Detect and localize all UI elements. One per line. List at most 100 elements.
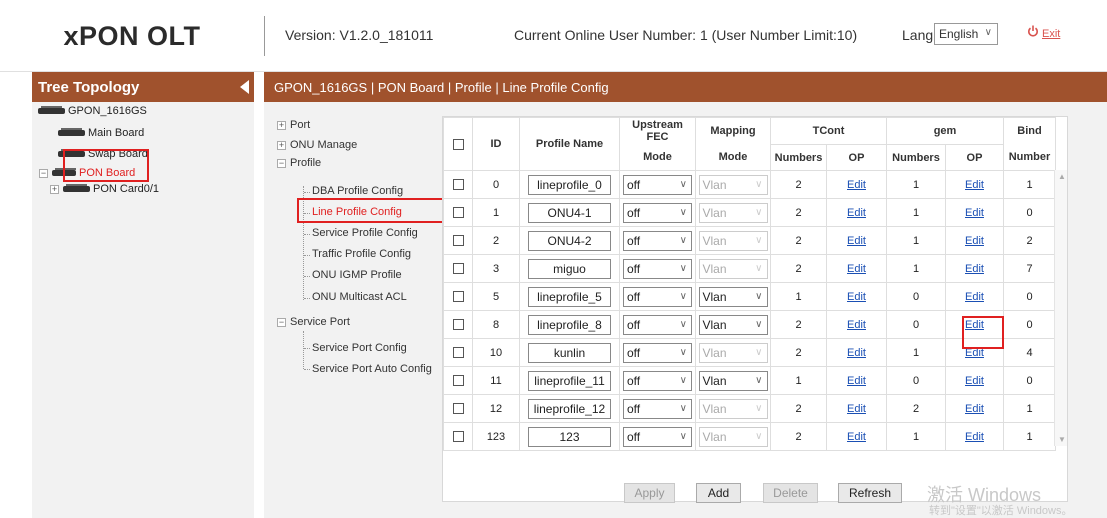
- profile-name-input[interactable]: lineprofile_0: [528, 174, 611, 195]
- row-checkbox[interactable]: [452, 207, 464, 219]
- upstream-fec-select[interactable]: off ∨: [623, 174, 692, 195]
- gem-edit-link[interactable]: Edit: [965, 403, 984, 415]
- tcont-edit-link[interactable]: Edit: [847, 179, 866, 191]
- mapping-mode-select[interactable]: Vlan ∨: [698, 426, 768, 447]
- expand-icon[interactable]: −: [39, 168, 48, 178]
- upstream-fec-select[interactable]: off ∨: [623, 202, 692, 223]
- mapping-mode-select[interactable]: Vlan ∨: [698, 286, 768, 307]
- tree-node-label: PON Card0/1: [93, 183, 160, 195]
- chevron-down-icon: ∨: [679, 234, 687, 246]
- expand-icon[interactable]: +: [50, 184, 59, 194]
- upstream-fec-select[interactable]: off ∨: [623, 342, 692, 363]
- row-fec-cell: off ∨: [619, 254, 696, 283]
- tree-node-root[interactable]: GPON_1616GS: [38, 105, 147, 117]
- collapse-icon[interactable]: −: [277, 158, 286, 168]
- menu-service-port-config[interactable]: Service Port Config: [312, 342, 407, 354]
- profile-name-input[interactable]: kunlin: [528, 342, 611, 363]
- col-header-mapping-mode: Mode: [695, 144, 771, 171]
- upstream-fec-select[interactable]: off ∨: [623, 370, 692, 391]
- menu-onu-multicast-acl[interactable]: ONU Multicast ACL: [312, 291, 407, 303]
- table-scrollbar[interactable]: ▲ ▼: [1054, 170, 1067, 446]
- power-icon[interactable]: [1027, 25, 1039, 38]
- upstream-fec-select[interactable]: off ∨: [623, 286, 692, 307]
- mapping-mode-select[interactable]: Vlan ∨: [698, 230, 768, 251]
- tcont-edit-link[interactable]: Edit: [847, 375, 866, 387]
- tree-node-pon-card[interactable]: + PON Card0/1: [50, 183, 159, 195]
- row-checkbox[interactable]: [452, 403, 464, 415]
- mapping-mode-select[interactable]: Vlan ∨: [698, 370, 768, 391]
- profile-name-input[interactable]: miguo: [528, 258, 611, 279]
- tcont-edit-link[interactable]: Edit: [847, 235, 866, 247]
- tcont-edit-link[interactable]: Edit: [847, 319, 866, 331]
- row-checkbox[interactable]: [452, 347, 464, 359]
- menu-onu-manage[interactable]: + ONU Manage: [277, 139, 357, 151]
- row-checkbox[interactable]: [452, 263, 464, 275]
- mapping-mode-select[interactable]: Vlan ∨: [698, 174, 768, 195]
- mapping-mode-select[interactable]: Vlan ∨: [698, 342, 768, 363]
- add-button[interactable]: Add: [696, 483, 741, 503]
- row-checkbox[interactable]: [452, 431, 464, 443]
- upstream-fec-select[interactable]: off ∨: [623, 258, 692, 279]
- menu-service-port[interactable]: − Service Port: [277, 316, 350, 328]
- tcont-edit-link[interactable]: Edit: [847, 347, 866, 359]
- upstream-fec-select[interactable]: off ∨: [623, 314, 692, 335]
- menu-onu-igmp-profile[interactable]: ONU IGMP Profile: [312, 269, 402, 281]
- collapse-panel-icon[interactable]: [240, 80, 249, 94]
- mapping-mode-select[interactable]: Vlan ∨: [698, 202, 768, 223]
- tcont-edit-link[interactable]: Edit: [847, 431, 866, 443]
- row-mapping-cell: Vlan ∨: [695, 282, 771, 311]
- collapse-icon[interactable]: −: [277, 317, 286, 327]
- mapping-mode-select[interactable]: Vlan ∨: [698, 398, 768, 419]
- upstream-fec-select[interactable]: off ∨: [623, 230, 692, 251]
- tcont-edit-link[interactable]: Edit: [847, 403, 866, 415]
- gem-edit-link[interactable]: Edit: [965, 263, 984, 275]
- menu-port[interactable]: + Port: [277, 119, 310, 131]
- upstream-fec-select[interactable]: off ∨: [623, 426, 692, 447]
- mapping-mode-select[interactable]: Vlan ∨: [698, 314, 768, 335]
- exit-link[interactable]: Exit: [1042, 28, 1060, 40]
- profile-name-input[interactable]: lineprofile_11: [528, 370, 611, 391]
- expand-icon[interactable]: +: [277, 140, 286, 150]
- scroll-down-icon[interactable]: ▼: [1058, 435, 1066, 444]
- row-mapping-cell: Vlan ∨: [695, 310, 771, 339]
- profile-name-input[interactable]: lineprofile_12: [528, 398, 611, 419]
- upstream-fec-value: off: [627, 205, 641, 220]
- row-checkbox[interactable]: [452, 375, 464, 387]
- tree-node-main-board[interactable]: Main Board: [58, 127, 144, 139]
- profile-name-input[interactable]: lineprofile_8: [528, 314, 611, 335]
- row-checkbox[interactable]: [452, 179, 464, 191]
- menu-dba-profile-config[interactable]: DBA Profile Config: [312, 185, 403, 197]
- menu-service-port-auto-config[interactable]: Service Port Auto Config: [312, 363, 432, 375]
- gem-edit-link[interactable]: Edit: [965, 375, 984, 387]
- menu-service-profile-config[interactable]: Service Profile Config: [312, 227, 418, 239]
- gem-edit-link[interactable]: Edit: [965, 179, 984, 191]
- scroll-up-icon[interactable]: ▲: [1058, 172, 1066, 181]
- row-checkbox[interactable]: [452, 291, 464, 303]
- select-all-checkbox[interactable]: [452, 138, 464, 150]
- row-id: 12: [472, 394, 520, 423]
- tcont-edit-link[interactable]: Edit: [847, 207, 866, 219]
- language-select[interactable]: English ∨: [934, 23, 998, 45]
- upstream-fec-select[interactable]: off ∨: [623, 398, 692, 419]
- tcont-edit-link[interactable]: Edit: [847, 291, 866, 303]
- delete-button[interactable]: Delete: [763, 483, 818, 503]
- row-gem-op-cell: Edit: [945, 198, 1004, 227]
- row-checkbox[interactable]: [452, 319, 464, 331]
- row-mapping-cell: Vlan ∨: [695, 198, 771, 227]
- refresh-button[interactable]: Refresh: [838, 483, 902, 503]
- gem-edit-link[interactable]: Edit: [965, 291, 984, 303]
- profile-name-input[interactable]: 123: [528, 426, 611, 447]
- mapping-mode-select[interactable]: Vlan ∨: [698, 258, 768, 279]
- gem-edit-link[interactable]: Edit: [965, 431, 984, 443]
- expand-icon[interactable]: +: [277, 120, 286, 130]
- gem-edit-link[interactable]: Edit: [965, 235, 984, 247]
- menu-traffic-profile-config[interactable]: Traffic Profile Config: [312, 248, 411, 260]
- profile-name-input[interactable]: ONU4-1: [528, 202, 611, 223]
- menu-profile[interactable]: − Profile: [277, 157, 321, 169]
- apply-button[interactable]: Apply: [624, 483, 675, 503]
- profile-name-input[interactable]: lineprofile_5: [528, 286, 611, 307]
- profile-name-input[interactable]: ONU4-2: [528, 230, 611, 251]
- gem-edit-link[interactable]: Edit: [965, 207, 984, 219]
- tcont-edit-link[interactable]: Edit: [847, 263, 866, 275]
- row-checkbox[interactable]: [452, 235, 464, 247]
